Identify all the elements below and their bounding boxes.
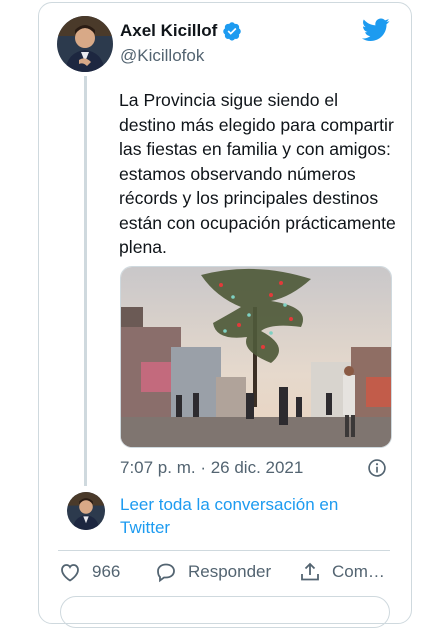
reply-bubble-icon — [157, 563, 175, 583]
tweet-text: La Provincia sigue siendo el destino más… — [119, 90, 396, 257]
tweet-photo[interactable] — [120, 266, 392, 448]
cut-off-button[interactable] — [60, 596, 390, 628]
read-conversation-link[interactable]: Leer toda la conversación en Twitter — [120, 493, 370, 539]
reply-avatar[interactable] — [67, 492, 105, 530]
actions-divider — [58, 550, 390, 551]
like-action[interactable]: 966 — [58, 560, 120, 584]
author-avatar[interactable] — [57, 16, 113, 72]
thread-line — [84, 76, 87, 486]
tweet-actions: 966 Responder Com… — [58, 560, 398, 590]
reply-action[interactable]: Responder — [154, 560, 271, 584]
info-icon[interactable] — [367, 458, 387, 478]
author-display-name[interactable]: Axel Kicillof — [120, 21, 217, 41]
share-icon — [301, 562, 319, 581]
author-name-row[interactable]: Axel Kicillof — [120, 21, 242, 41]
reply-label: Responder — [188, 562, 272, 581]
verified-badge-icon — [223, 22, 242, 41]
author-handle[interactable]: @Kicillofok — [120, 46, 204, 66]
share-action[interactable]: Com… — [298, 560, 385, 584]
twitter-bird-icon[interactable] — [362, 18, 390, 42]
like-count: 966 — [92, 562, 121, 581]
tweet-timestamp[interactable]: 7:07 p. m. · 26 dic. 2021 — [120, 458, 303, 478]
heart-icon — [61, 564, 79, 582]
share-label: Com… — [332, 562, 385, 581]
